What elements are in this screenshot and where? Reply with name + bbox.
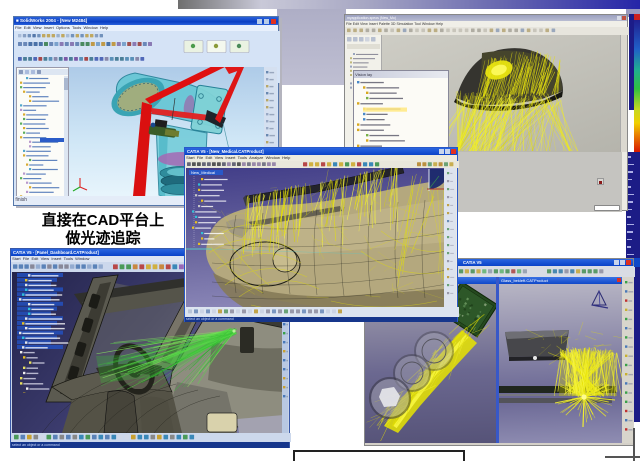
svg-text:New_Medical: New_Medical (191, 170, 215, 175)
